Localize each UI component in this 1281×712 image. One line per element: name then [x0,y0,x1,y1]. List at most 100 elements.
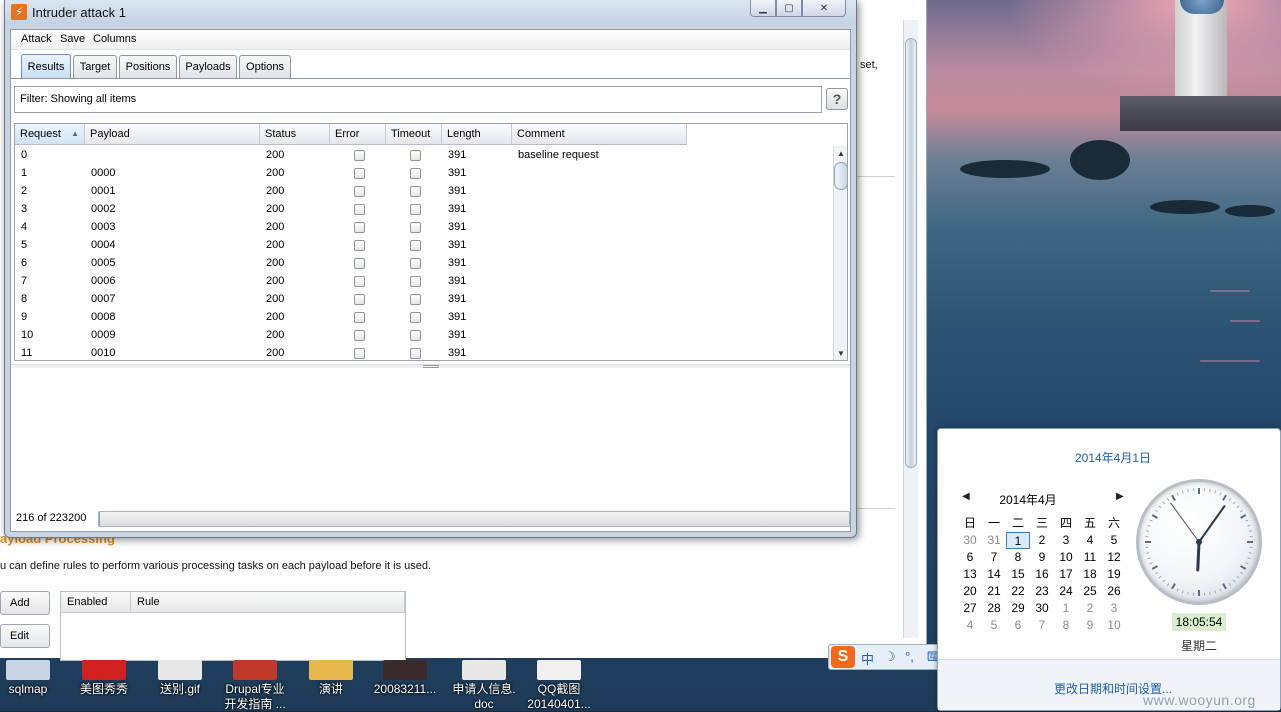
desktop-icon-label[interactable]: Drupal专业开发指南 ... [218,682,292,712]
desktop-icon-label[interactable]: 美图秀秀 [76,682,132,697]
calendar-day[interactable]: 4 [1078,532,1102,549]
results-table[interactable]: Request ▲ Payload Status Error Timeout L… [14,123,848,361]
column-rule[interactable]: Rule [131,592,405,613]
calendar-day[interactable]: 9 [1030,549,1054,566]
desktop-icon-label[interactable]: sqlmap [4,682,52,697]
column-error[interactable]: Error [330,124,386,145]
tab-payloads[interactable]: Payloads [179,55,237,78]
rules-table[interactable]: Enabled Rule [60,591,406,661]
long-date-link[interactable]: 2014年4月1日 [938,449,1281,466]
calendar-day[interactable]: 27 [958,600,982,617]
calendar-day[interactable]: 6 [1006,617,1030,634]
calendar-day[interactable]: 19 [1102,566,1126,583]
calendar-day[interactable]: 1 [1054,600,1078,617]
calendar-day[interactable]: 11 [1078,549,1102,566]
tab-positions[interactable]: Positions [119,55,177,78]
desktop-file-icon[interactable] [462,660,506,680]
calendar-day[interactable]: 20 [958,583,982,600]
calendar-day[interactable]: 8 [1054,617,1078,634]
chinese-mode-icon[interactable]: 中 [861,649,874,668]
table-row[interactable]: 0200391baseline request [15,146,687,164]
column-request[interactable]: Request ▲ [15,124,85,145]
table-row[interactable]: 50004200391 [15,236,687,254]
calendar-day[interactable]: 5 [982,617,1006,634]
desktop-file-icon[interactable] [383,660,427,680]
table-row[interactable]: 80007200391 [15,290,687,308]
column-length[interactable]: Length [442,124,512,145]
calendar-day[interactable]: 16 [1030,566,1054,583]
bg-scrollbar-thumb[interactable] [905,38,917,468]
calendar-month[interactable]: 2014年4月 [938,491,1118,508]
table-row[interactable]: 90008200391 [15,308,687,326]
filter-bar[interactable]: Filter: Showing all items [14,86,822,113]
desktop-file-icon[interactable] [233,660,277,680]
desktop-icon-label[interactable]: 演讲 [306,682,356,697]
minimize-button[interactable]: ▁ [750,0,776,17]
calendar-day[interactable]: 23 [1030,583,1054,600]
tab-target[interactable]: Target [73,55,117,78]
tab-results[interactable]: Results [21,54,71,78]
table-row[interactable]: 100009200391 [15,326,687,344]
column-payload[interactable]: Payload [85,124,260,145]
calendar-day[interactable]: 30 [958,532,982,549]
desktop-file-icon[interactable] [309,660,353,680]
menu-attack[interactable]: Attack [21,33,52,45]
maximize-button[interactable]: ▢ [776,0,802,17]
calendar-day[interactable]: 21 [982,583,1006,600]
results-scrollbar[interactable]: ▲ ▼ [833,146,848,360]
calendar-day[interactable]: 25 [1078,583,1102,600]
column-comment[interactable]: Comment [512,124,687,145]
table-row[interactable]: 60005200391 [15,254,687,272]
desktop-file-icon[interactable] [6,660,50,680]
pane-splitter[interactable] [11,364,850,368]
calendar-day[interactable]: 15 [1006,566,1030,583]
calendar-day[interactable]: 10 [1054,549,1078,566]
table-row[interactable]: 110010200391 [15,344,687,361]
calendar-day[interactable]: 2 [1078,600,1102,617]
calendar-day[interactable]: 3 [1102,600,1126,617]
calendar-day[interactable]: 2 [1030,532,1054,549]
punctuation-icon[interactable]: °, [905,649,914,664]
calendar-day[interactable]: 29 [1006,600,1030,617]
half-width-icon[interactable]: ☽ [884,649,896,665]
calendar-day-today[interactable]: 1 [1006,532,1030,549]
desktop-file-icon[interactable] [537,660,581,680]
menu-columns[interactable]: Columns [93,33,136,45]
calendar-day[interactable]: 10 [1102,617,1126,634]
menu-save[interactable]: Save [60,33,85,45]
desktop-icon-label[interactable]: 申请人信息.doc [446,682,522,712]
sogou-logo-icon[interactable]: S [831,646,855,668]
scroll-down-icon[interactable]: ▼ [834,346,848,360]
desktop-icon-label[interactable]: 20083211... [368,682,442,697]
calendar-day[interactable]: 7 [982,549,1006,566]
desktop-file-icon[interactable] [82,660,126,680]
calendar-day[interactable]: 31 [982,532,1006,549]
calendar-day[interactable]: 13 [958,566,982,583]
calendar-day[interactable]: 9 [1078,617,1102,634]
desktop-file-icon[interactable] [158,660,202,680]
splitter-grip-icon[interactable] [423,365,439,368]
calendar-day[interactable]: 24 [1054,583,1078,600]
calendar-day[interactable]: 6 [958,549,982,566]
add-button[interactable]: Add [0,591,50,615]
desktop-icon-label[interactable]: QQ截图20140401... [522,682,596,712]
table-row[interactable]: 70006200391 [15,272,687,290]
calendar-day[interactable]: 5 [1102,532,1126,549]
next-month-icon[interactable]: ▶ [1116,491,1124,502]
calendar-day[interactable]: 14 [982,566,1006,583]
scroll-up-icon[interactable]: ▲ [834,146,848,160]
column-timeout[interactable]: Timeout [386,124,442,145]
column-status[interactable]: Status [260,124,330,145]
close-button[interactable]: ✕ [802,0,846,17]
edit-button[interactable]: Edit [0,624,50,648]
table-row[interactable]: 20001200391 [15,182,687,200]
desktop-icon-label[interactable]: 送别.gif [152,682,208,697]
calendar-day[interactable]: 26 [1102,583,1126,600]
calendar-day[interactable]: 28 [982,600,1006,617]
tab-options[interactable]: Options [239,55,291,78]
calendar-day[interactable]: 12 [1102,549,1126,566]
title-bar[interactable]: ⚡ Intruder attack 1 ▁ ▢ ✕ [5,0,856,24]
help-button[interactable]: ? [826,88,848,110]
calendar-day[interactable]: 17 [1054,566,1078,583]
calendar-day[interactable]: 3 [1054,532,1078,549]
